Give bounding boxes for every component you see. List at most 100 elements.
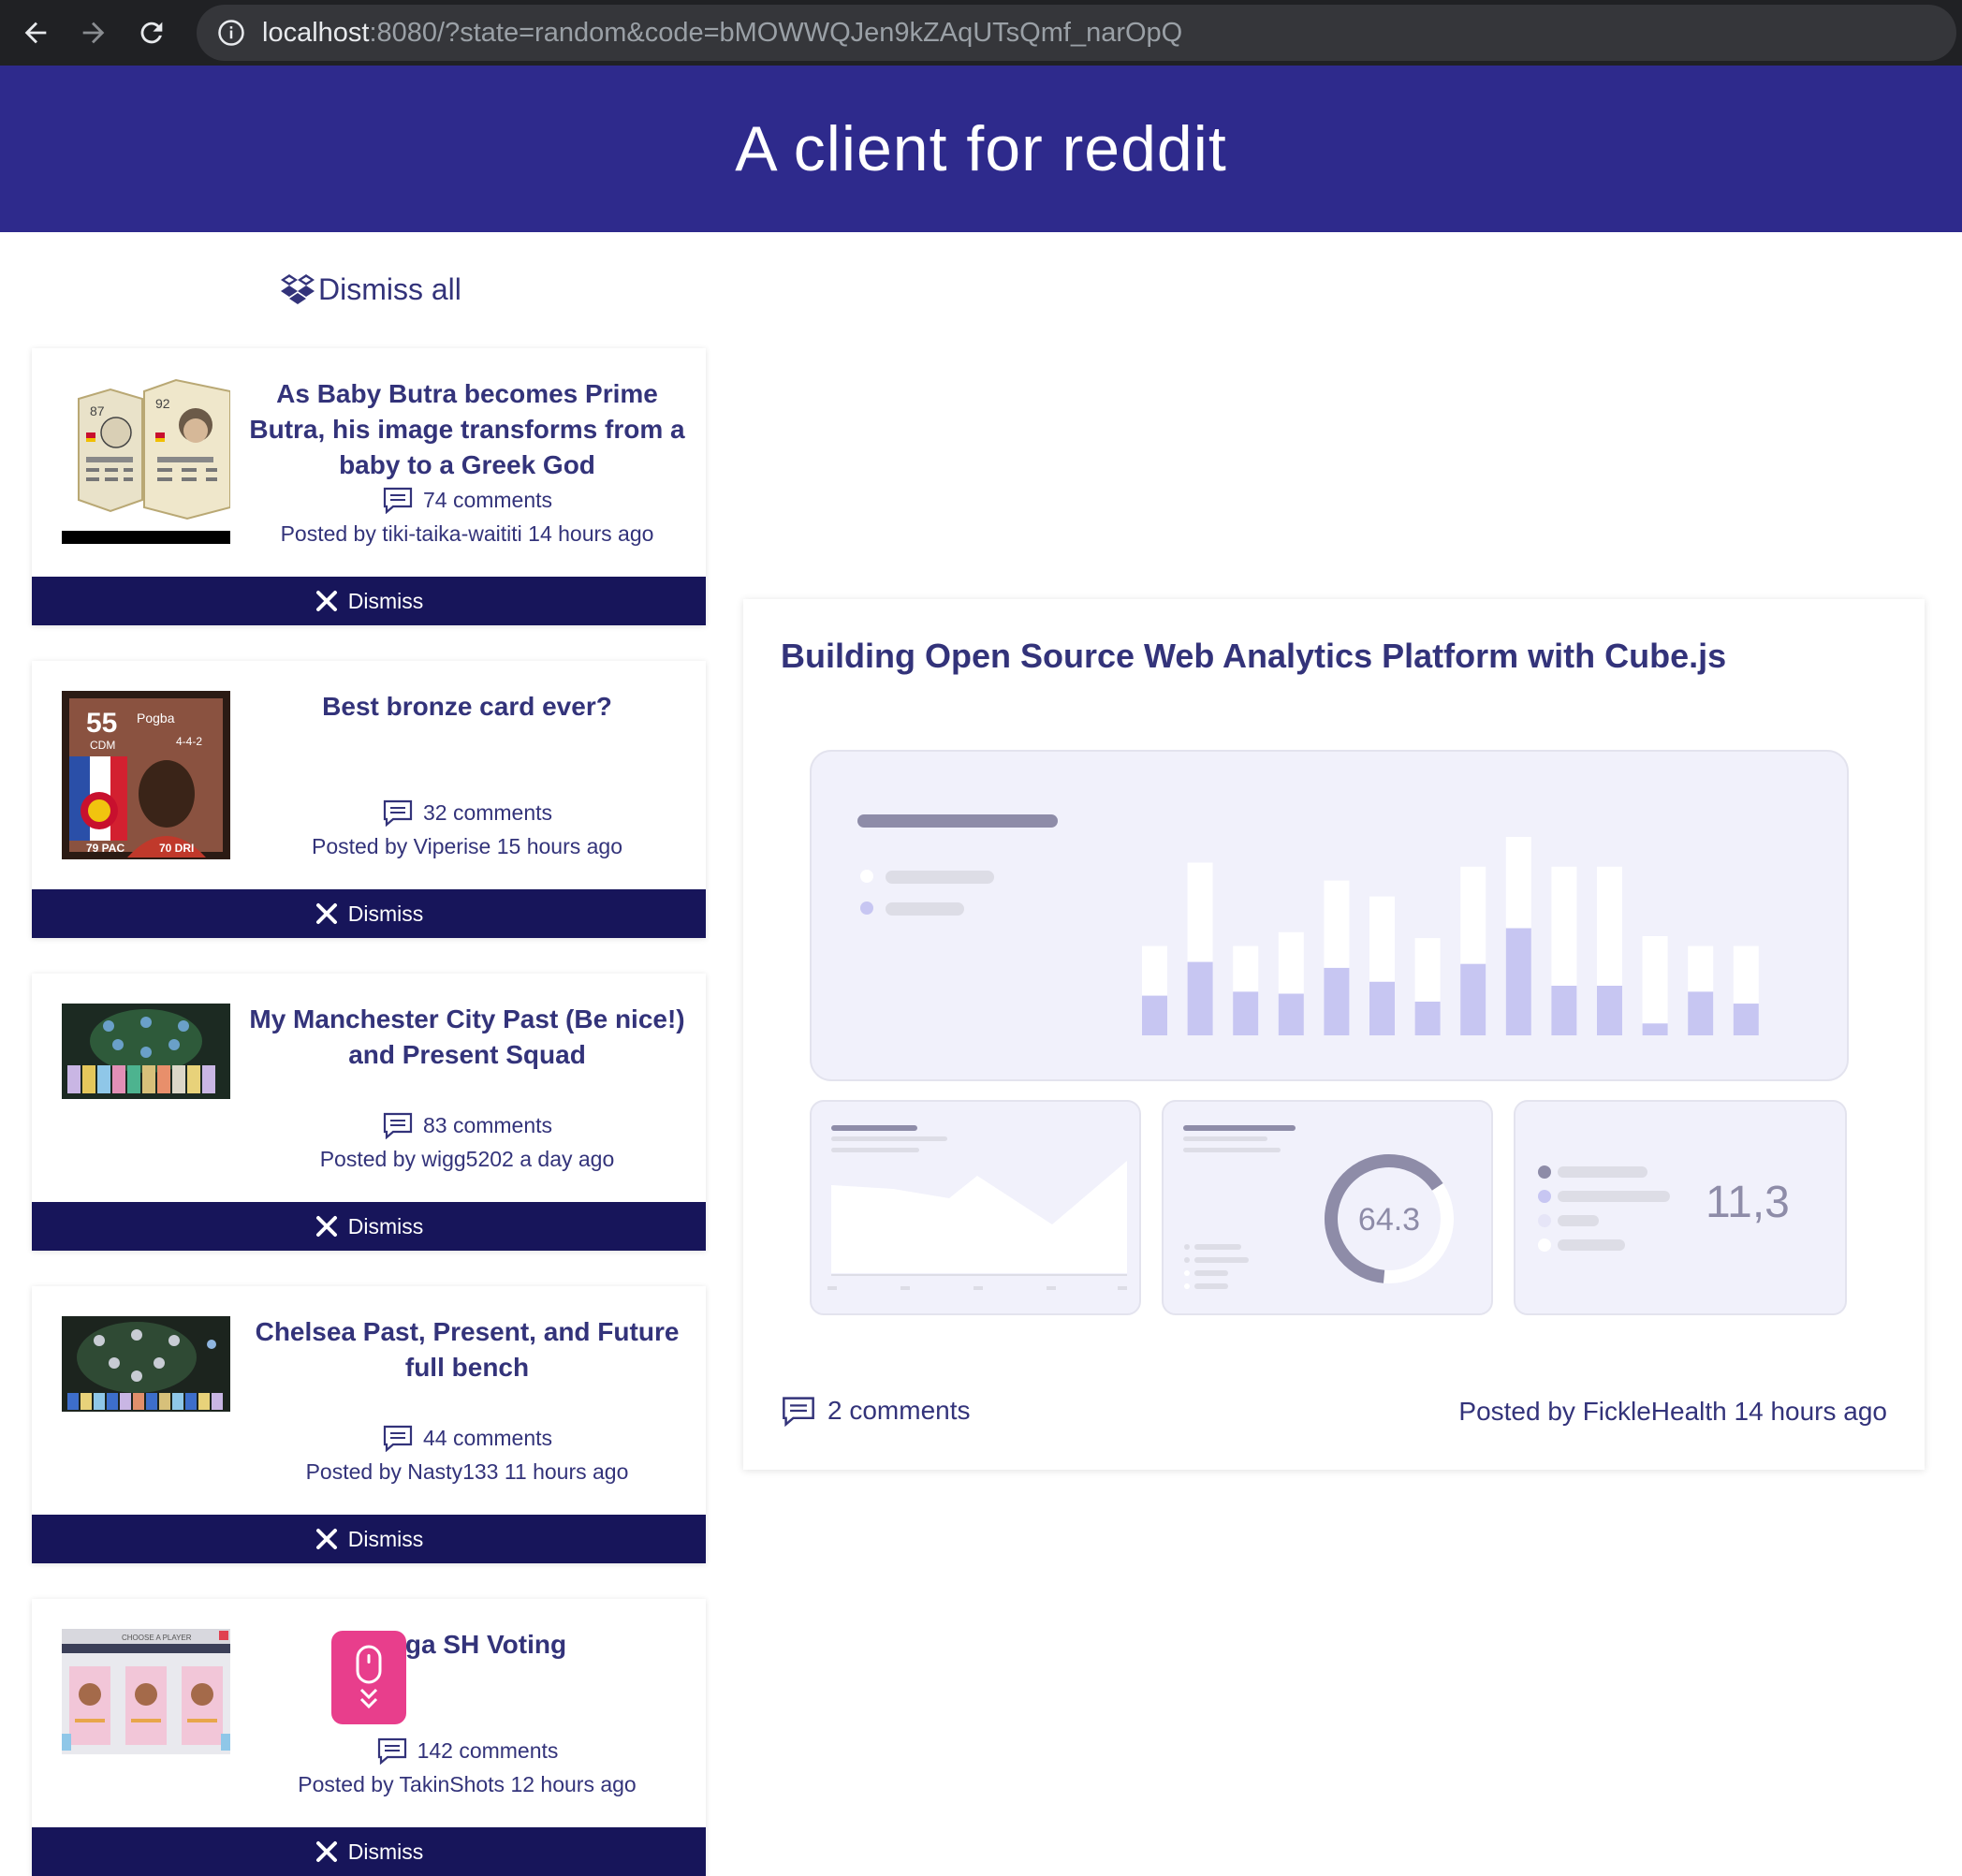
post-meta: Posted by TakinShots 12 hours ago [298,1772,637,1796]
dismiss-button[interactable]: Dismiss [32,1515,706,1563]
post-card[interactable]: 55 Pogba CDM 4-4-2 79 PAC 70 DRI Best br… [32,661,706,938]
post-info: Chelsea Past, Present, and Future full b… [245,1314,689,1488]
close-icon [315,1216,337,1237]
post-meta: Posted by wigg5202 a day ago [319,1147,615,1171]
dismiss-label: Dismiss [347,1526,424,1551]
post-info: ga SH Voting 142 comments Posted by Taki… [245,1627,689,1801]
post-meta: Posted by tiki-taika-waititi 14 hours ag… [280,521,654,546]
detail-meta: Posted by FickleHealth 14 hours ago [1458,1397,1887,1426]
comment-icon [383,1112,413,1139]
detail-comments[interactable]: 2 comments [781,1395,971,1427]
post-thumbnail[interactable] [62,1316,230,1412]
post-comments[interactable]: 83 comments [245,1108,689,1142]
post-info: As Baby Butra becomes Prime Butra, his i… [245,376,689,550]
post-info: Best bronze card ever? 32 comments Poste… [245,689,689,863]
detail-image: 64.3 11,3 [809,749,1857,1320]
dismiss-button[interactable]: Dismiss [32,889,706,938]
thumb-stat-pace: 79 PAC [86,842,124,855]
thumb-formation: 4-4-2 [176,735,202,748]
bar-value [1505,928,1531,1035]
comments-count: 74 comments [422,488,553,512]
bar-value [1642,1023,1668,1035]
bar-value [1688,991,1714,1035]
mouse-scroll-icon [356,1645,382,1709]
scroll-down-badge[interactable] [331,1631,406,1724]
forward-icon[interactable] [71,10,116,55]
dismiss-all-button[interactable]: Dismiss all [279,269,461,310]
thumb-stat-dribble: 70 DRI [159,842,194,855]
close-icon [315,903,337,924]
comment-icon [383,1425,413,1452]
comments-count: 83 comments [422,1113,553,1137]
post-title[interactable]: ga SH Voting [245,1627,689,1734]
bar-total [1642,936,1668,1035]
comments-count: 32 comments [422,800,553,825]
post-card[interactable]: 87 92 As Baby Butra becomes Prime Butra,… [32,348,706,625]
dismiss-label: Dismiss [347,901,424,926]
post-title[interactable]: As Baby Butra becomes Prime Butra, his i… [245,376,689,483]
dismiss-label: Dismiss [347,588,424,613]
url-path: :8080/?state=random&code=bMOWWQJen9kZAqU… [369,17,1183,48]
dismiss-label: Dismiss [347,1839,424,1864]
post-thumbnail[interactable]: 87 92 [62,378,230,547]
detail-comments-count: 2 comments [827,1396,971,1425]
thumb-rating-left: 87 [90,403,105,418]
bar-value [1733,1004,1759,1035]
comment-icon [383,487,413,514]
browser-toolbar: localhost:8080/?state=random&code=bMOWWQ… [0,0,1962,66]
bar-value [1187,961,1213,1035]
dismiss-button[interactable]: Dismiss [32,577,706,625]
bar-value [1233,991,1259,1035]
bar-value [1597,986,1622,1035]
bar-value [1551,986,1577,1035]
post-comments[interactable]: 142 comments [245,1734,689,1767]
reload-icon[interactable] [129,10,174,55]
bar-value [1142,995,1167,1035]
post-card[interactable]: Chelsea Past, Present, and Future full b… [32,1286,706,1563]
thumb-position: CDM [90,739,115,752]
back-icon[interactable] [13,10,58,55]
page-title: A client for reddit [735,113,1227,184]
thumb-rating-right: 92 [155,396,170,411]
url-host: localhost [262,17,370,48]
bar-value [1414,1001,1441,1035]
bar-value [1324,967,1350,1035]
comment-icon [377,1737,406,1765]
thumb-rating: 55 [86,708,117,739]
bar-value [1369,981,1395,1035]
address-bar[interactable]: localhost:8080/?state=random&code=bMOWWQ… [197,5,1956,61]
dismiss-button[interactable]: Dismiss [32,1827,706,1876]
dismiss-label: Dismiss [347,1213,424,1238]
comments-count: 142 comments [417,1738,559,1763]
comment-icon [383,799,413,827]
post-card[interactable]: My Manchester City Past (Be nice!) and P… [32,974,706,1251]
post-thumbnail[interactable]: CHOOSE A PLAYER [62,1629,230,1754]
dismiss-all-label: Dismiss all [318,271,461,306]
post-title[interactable]: Chelsea Past, Present, and Future full b… [245,1314,689,1421]
bar-value [1278,993,1304,1035]
comments-count: 44 comments [422,1426,553,1450]
info-icon[interactable] [217,19,245,47]
post-title[interactable]: My Manchester City Past (Be nice!) and P… [245,1002,689,1108]
thumb-name: Pogba [137,711,175,725]
app-header: A client for reddit [0,66,1962,232]
post-thumbnail[interactable]: 55 Pogba CDM 4-4-2 79 PAC 70 DRI [62,691,230,859]
post-detail-panel: Building Open Source Web Analytics Platf… [743,599,1925,1470]
close-icon [315,591,337,611]
kpi-value: 11,3 [1706,1178,1790,1227]
thumb-header: CHOOSE A PLAYER [122,1634,192,1642]
post-comments[interactable]: 32 comments [245,796,689,829]
post-thumbnail[interactable] [62,1004,230,1099]
post-meta: Posted by Viperise 15 hours ago [311,834,623,858]
detail-title[interactable]: Building Open Source Web Analytics Platf… [781,637,1726,676]
close-icon [315,1529,337,1549]
close-icon [315,1841,337,1862]
dismiss-button[interactable]: Dismiss [32,1202,706,1251]
post-meta: Posted by Nasty133 11 hours ago [305,1459,629,1484]
post-title[interactable]: Best bronze card ever? [245,689,689,796]
post-comments[interactable]: 74 comments [245,483,689,517]
comment-icon [783,1397,814,1427]
post-info: My Manchester City Past (Be nice!) and P… [245,1002,689,1176]
bar-value [1460,963,1486,1035]
post-comments[interactable]: 44 comments [245,1421,689,1455]
